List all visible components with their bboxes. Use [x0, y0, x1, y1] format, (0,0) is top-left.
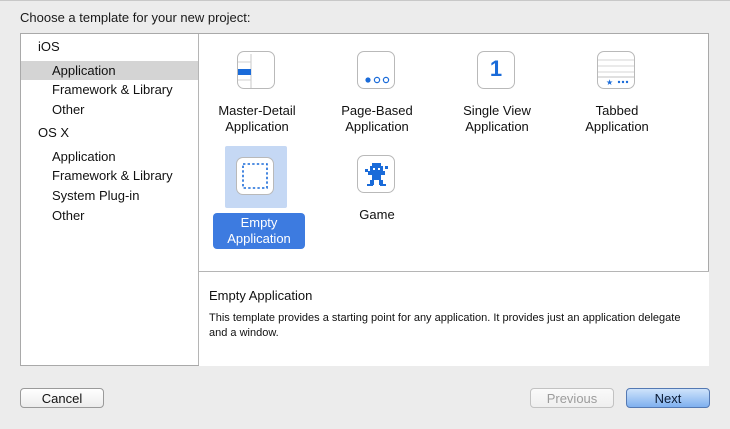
sidebar-item-osx-application[interactable]: Application	[21, 147, 198, 166]
sidebar-item-osx-framework-library[interactable]: Framework & Library	[21, 166, 198, 185]
template-label-line2: Application	[465, 119, 529, 134]
platform-sidebar: iOS Application Framework & Library Othe…	[21, 34, 199, 365]
sidebar-item-label: System Plug-in	[52, 188, 140, 203]
sidebar-item-ios-application[interactable]: Application	[21, 61, 198, 80]
template-label-line2: Application	[585, 119, 649, 134]
template-label-line1: Tabbed	[595, 103, 639, 118]
single-view-icon: 1	[477, 51, 515, 89]
sidebar-item-label: Other	[52, 102, 85, 117]
game-icon	[357, 155, 395, 193]
tabbed-icon: ★	[597, 51, 635, 89]
template-label-line1: Page-Based	[341, 103, 413, 118]
window-top-border	[0, 0, 730, 1]
page-title: Choose a template for your new project:	[20, 10, 251, 25]
description-title: Empty Application	[209, 288, 313, 303]
sidebar-group-ios: iOS	[38, 39, 60, 54]
svg-text:★: ★	[606, 78, 613, 87]
sidebar-item-osx-system-plugin[interactable]: System Plug-in	[21, 186, 198, 205]
master-detail-icon	[237, 51, 275, 89]
sidebar-item-ios-other[interactable]: Other	[21, 100, 198, 119]
sidebar-item-osx-other[interactable]: Other	[21, 206, 198, 225]
cancel-button[interactable]: Cancel	[20, 388, 104, 408]
template-label-line1: Game	[359, 207, 395, 222]
sidebar-item-label: Framework & Library	[52, 82, 173, 97]
template-label-line2: Application	[345, 119, 409, 134]
next-button[interactable]: Next	[626, 388, 710, 408]
sidebar-item-label: Framework & Library	[52, 168, 173, 183]
template-description: Empty Application This template provides…	[199, 271, 709, 366]
sidebar-item-label: Application	[52, 63, 116, 78]
sidebar-item-label: Application	[52, 149, 116, 164]
previous-button[interactable]: Previous	[530, 388, 614, 408]
template-grid: Master-Detail Application Page-Based Appli…	[199, 34, 708, 270]
template-label-line1: Master-Detail	[218, 103, 296, 118]
template-label-line2: Application	[227, 231, 291, 246]
sidebar-item-ios-framework-library[interactable]: Framework & Library	[21, 80, 198, 99]
template-label-line1: Empty	[240, 215, 278, 230]
description-body: This template provides a starting point …	[209, 312, 681, 339]
page-based-icon	[357, 51, 395, 89]
sidebar-group-osx: OS X	[38, 125, 70, 140]
template-label-line2: Application	[225, 119, 289, 134]
single-view-glyph: 1	[489, 56, 503, 81]
sidebar-item-label: Other	[52, 208, 85, 223]
template-label-line1: Single View	[463, 103, 531, 118]
empty-application-icon	[236, 157, 274, 195]
template-chooser: iOS Application Framework & Library Othe…	[20, 33, 709, 366]
